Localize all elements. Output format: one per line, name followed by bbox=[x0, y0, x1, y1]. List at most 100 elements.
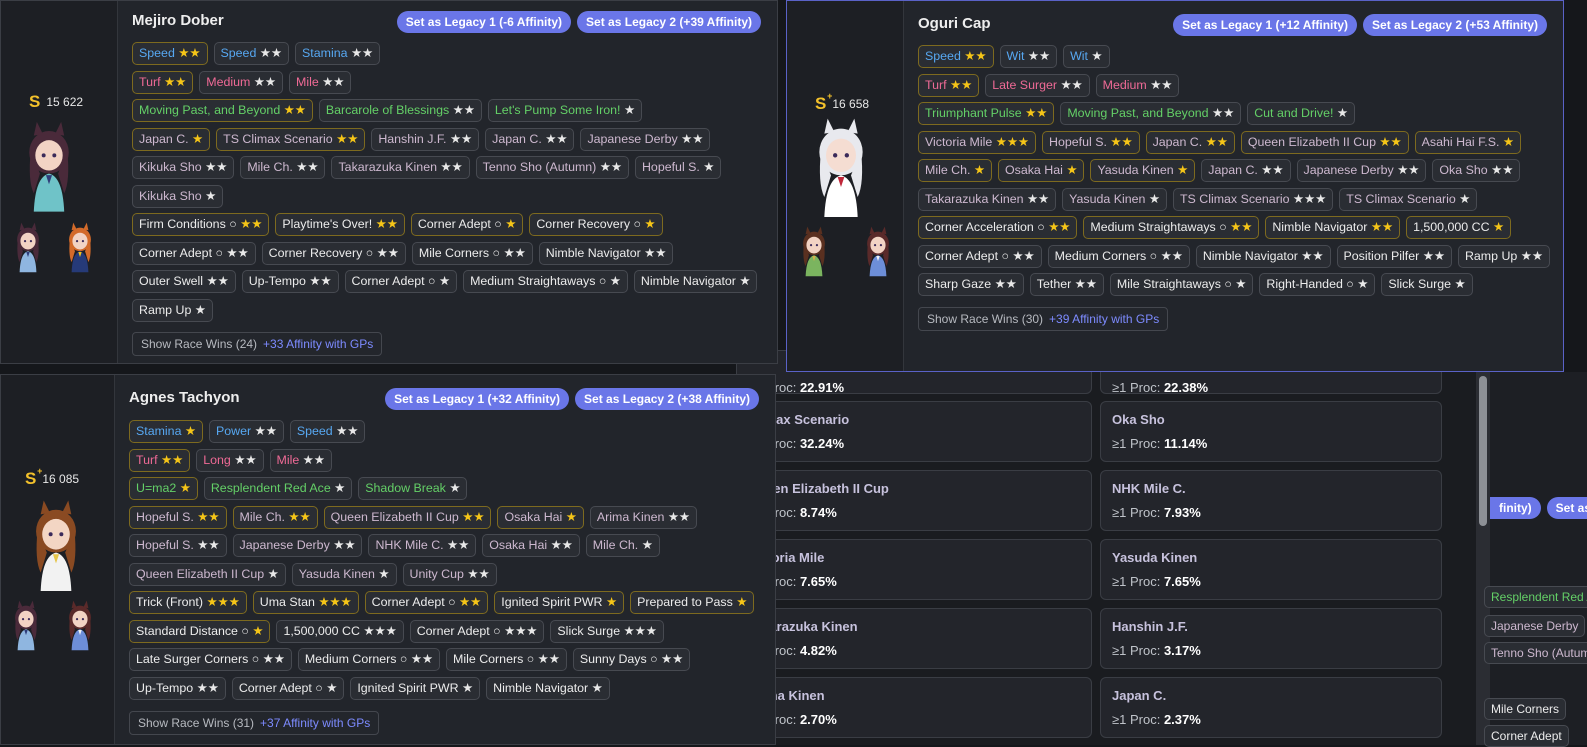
factor-label: Nimble Navigator bbox=[493, 680, 589, 695]
proc-percent: 7.93% bbox=[1163, 505, 1201, 520]
star-rating-icon: ★★★ bbox=[359, 623, 397, 638]
factor-pill-pink: Turf ★★ bbox=[132, 70, 194, 94]
factor-label: Speed bbox=[139, 46, 175, 60]
factor-pill-race: Mile Ch. ★★ bbox=[240, 156, 326, 179]
edge-legacy-button-2[interactable]: Set as bbox=[1546, 497, 1587, 519]
factor-pill-blue: Speed ★★ bbox=[213, 42, 290, 65]
factor-label: Yasuda Kinen bbox=[1069, 191, 1146, 206]
factor-label: Queen Elizabeth II Cup bbox=[1247, 134, 1376, 149]
factor-label: Corner Adept ○ bbox=[416, 623, 501, 638]
factor-pill-skill: Slick Surge ★★★ bbox=[550, 619, 664, 643]
star-rating-icon: ★★ bbox=[236, 217, 263, 231]
star-rating-icon: ★ bbox=[1173, 163, 1189, 177]
star-rating-icon: ★★ bbox=[463, 566, 490, 581]
gp-affinity-label: +39 Affinity with GPs bbox=[1049, 312, 1160, 326]
character-name: Agnes Tachyon bbox=[129, 389, 240, 406]
set-legacy-1-button[interactable]: Set as Legacy 1 (+12 Affinity) bbox=[1173, 14, 1358, 36]
character-portrait[interactable] bbox=[7, 499, 105, 591]
factor-row: Up-Tempo ★★ Corner Adept ○ ★ Ignited Spiri… bbox=[129, 676, 754, 700]
star-rating-icon: ★ bbox=[606, 274, 621, 288]
star-rating-icon: ★★ bbox=[256, 46, 283, 60]
factor-label: Outer Swell bbox=[139, 274, 204, 288]
factor-row: Kikuka Sho ★ bbox=[132, 184, 757, 208]
star-rating-icon: ★ bbox=[1455, 191, 1471, 206]
edge-legacy-button-1[interactable]: finity) bbox=[1490, 497, 1541, 519]
factor-label: Japanese Derby bbox=[239, 538, 330, 552]
factor-pill-pink: Turf ★★ bbox=[918, 73, 980, 97]
parent-portrait[interactable] bbox=[7, 219, 49, 275]
factor-pill-skill: Mile Corners ○ ★★ bbox=[411, 241, 533, 265]
factor-pill-skill: Tether ★★ bbox=[1029, 273, 1104, 296]
factor-label: 1,500,000 CC bbox=[1413, 220, 1490, 234]
factor-pill-skill: Sunny Days ○ ★★ bbox=[572, 648, 691, 671]
character-portrait[interactable] bbox=[11, 119, 87, 213]
factor-label: TS Climax Scenario bbox=[1346, 191, 1456, 206]
star-rating-icon: ★★ bbox=[1297, 248, 1324, 263]
factor-row: Stamina ★ Power ★★ Speed ★★ bbox=[129, 420, 754, 443]
proc-card: Victoria Mile ≥1 Proc: 7.65% bbox=[736, 539, 1092, 600]
star-rating-icon: ★★ bbox=[1057, 77, 1083, 92]
factor-pill-race: Osaka Hai ★★ bbox=[482, 534, 580, 557]
character-portrait[interactable] bbox=[795, 117, 887, 217]
factor-pill-race: Hopeful S. ★★ bbox=[129, 534, 227, 557]
set-legacy-2-button[interactable]: Set as Legacy 2 (+39 Affinity) bbox=[577, 11, 761, 33]
factor-label: Japan C. bbox=[492, 131, 542, 146]
factor-pill-blue: Wit ★★ bbox=[999, 45, 1058, 68]
scrollbar-thumb[interactable] bbox=[1479, 376, 1487, 526]
set-legacy-1-button[interactable]: Set as Legacy 1 (+32 Affinity) bbox=[385, 388, 570, 410]
proc-percent: 2.37% bbox=[1163, 712, 1201, 727]
star-rating-icon: ★★ bbox=[1146, 77, 1173, 92]
show-race-wins-button[interactable]: Show Race Wins (30) +39 Affinity with GPs bbox=[918, 307, 1169, 331]
factor-pill-skill: Ramp Up ★ bbox=[132, 298, 213, 322]
factor-label: Yasuda Kinen bbox=[298, 566, 375, 581]
star-rating-icon: ★★ bbox=[332, 424, 359, 438]
factor-pill-race: TS Climax Scenario ★★ bbox=[216, 127, 366, 151]
show-race-wins-button[interactable]: Show Race Wins (31) +37 Affinity with GPs bbox=[129, 711, 380, 735]
proc-value: ≥1 Proc: 8.74% bbox=[748, 505, 1080, 520]
show-race-wins-button[interactable]: Show Race Wins (24) +33 Affinity with GPs bbox=[132, 332, 383, 356]
factor-row: U=ma2 ★ Resplendent Red Ace ★ Shadow Break… bbox=[129, 477, 754, 500]
set-legacy-1-button[interactable]: Set as Legacy 1 (-6 Affinity) bbox=[396, 11, 572, 33]
proc-race-name: Oka Sho bbox=[1112, 412, 1165, 427]
star-rating-icon: ★★ bbox=[201, 160, 228, 174]
factor-label: Hopeful S. bbox=[136, 509, 194, 524]
star-rating-icon: ★★ bbox=[251, 424, 277, 438]
legacy-card: S +16 085 Agnes Tachyon Set as Legacy 1 (+… bbox=[0, 374, 776, 745]
factor-pill-skill: Corner Adept ○ ★ bbox=[410, 213, 524, 236]
scrollbar[interactable] bbox=[1476, 372, 1490, 745]
legacy-buttons: Set as Legacy 1 (+32 Affinity) Set as Leg… bbox=[385, 388, 759, 410]
factor-label: Wit bbox=[1070, 49, 1088, 63]
factor-row: Outer Swell ★★ Up-Tempo ★★ Corner Adept ○ … bbox=[132, 270, 758, 293]
parent-portrait[interactable] bbox=[59, 597, 101, 653]
star-rating-icon: ★ bbox=[176, 481, 191, 495]
factor-label: Long bbox=[203, 452, 231, 467]
factor-pill-green: Moving Past, and Beyond ★★ bbox=[1060, 102, 1242, 125]
parent-portrait[interactable] bbox=[5, 597, 47, 653]
factor-label: Mile Ch. bbox=[592, 538, 639, 552]
proc-percent: 2.70% bbox=[799, 712, 837, 727]
factor-label: Ramp Up bbox=[1464, 248, 1518, 263]
parent-portrait[interactable] bbox=[793, 223, 835, 279]
factor-label: Wit bbox=[1006, 49, 1025, 63]
set-legacy-2-button[interactable]: Set as Legacy 2 (+38 Affinity) bbox=[575, 388, 759, 410]
factor-pill-race: TS Climax Scenario ★★★ bbox=[1172, 187, 1334, 211]
set-legacy-2-button[interactable]: Set as Legacy 2 (+53 Affinity) bbox=[1363, 14, 1547, 36]
factor-pill-blue: Wit ★ bbox=[1063, 45, 1110, 68]
parent-portrait[interactable] bbox=[59, 219, 101, 275]
factor-label: Triumphant Pulse bbox=[925, 106, 1022, 120]
star-rating-icon: ★★ bbox=[455, 595, 482, 609]
parent-portrait[interactable] bbox=[857, 223, 899, 279]
proc-label: ≥1 Proc: bbox=[1112, 505, 1161, 520]
proc-percent: 8.74% bbox=[799, 505, 837, 520]
star-rating-icon: ★★ bbox=[640, 245, 667, 260]
star-rating-icon: ★★ bbox=[280, 103, 306, 117]
factor-pill-skill: Nimble Navigator ★ bbox=[633, 270, 758, 293]
factor-label: Position Pilfer bbox=[1343, 248, 1420, 263]
factor-label: Turf bbox=[139, 74, 161, 89]
factor-pill-skill: Corner Recovery ○ ★ bbox=[529, 213, 663, 236]
factor-label: NHK Mile C. bbox=[375, 538, 444, 552]
factor-label: Hopeful S. bbox=[136, 538, 194, 552]
star-rating-icon: ★★ bbox=[292, 160, 319, 174]
star-rating-icon: ★ bbox=[1145, 191, 1160, 206]
factor-pill-skill: Up-Tempo ★★ bbox=[129, 676, 226, 700]
